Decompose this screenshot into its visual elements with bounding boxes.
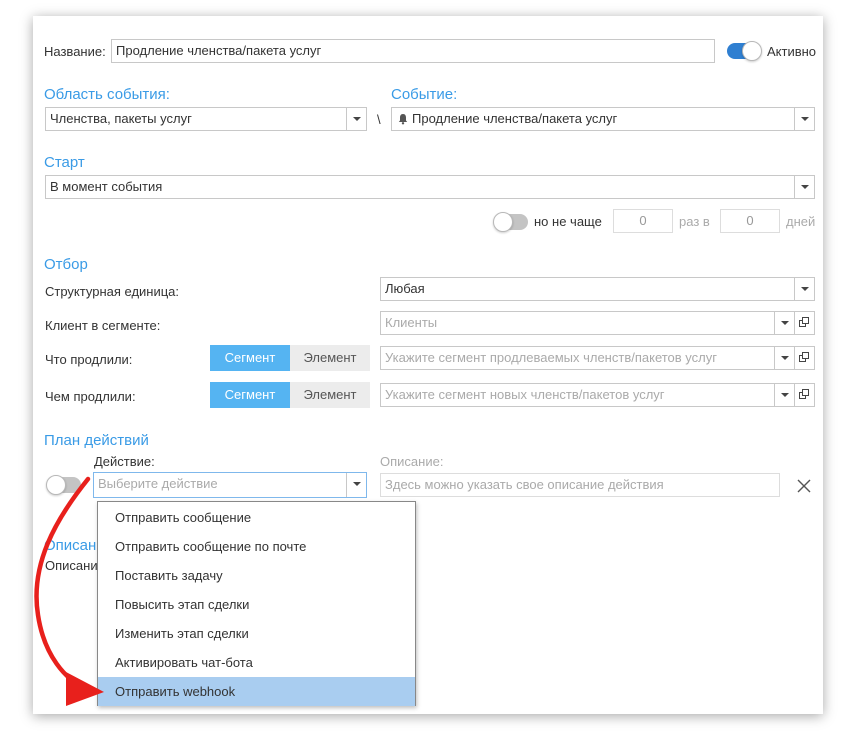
open-external-icon [799,389,809,399]
renewed-with-element-button[interactable]: Элемент [290,382,370,408]
name-value: Продление членства/пакета услуг [116,43,322,58]
filter-section-title: Отбор [44,256,88,273]
chevron-down-icon[interactable] [774,347,794,369]
unit-select[interactable]: Любая [380,277,815,301]
chevron-down-icon[interactable] [774,384,794,406]
open-external-icon [799,317,809,327]
what-renewed-element-button[interactable]: Элемент [290,345,370,371]
event-area-select[interactable]: Членства, пакеты услуг [45,107,367,131]
action-label: Действие: [94,454,155,469]
chevron-down-icon[interactable] [794,176,814,198]
open-external-button[interactable] [795,346,815,370]
times-per-label: раз в [679,214,710,229]
start-value: В момент события [50,179,163,194]
name-label: Название: [44,44,106,59]
action-enable-toggle[interactable] [46,475,81,495]
description-label: Описание [45,558,105,573]
path-separator: \ [377,112,381,127]
active-toggle[interactable] [727,41,762,61]
frequency-toggle-knob [493,212,513,232]
event-area-value: Членства, пакеты услуг [50,111,192,126]
name-input[interactable]: Продление членства/пакета услуг [111,39,715,63]
menu-item-change-deal-stage[interactable]: Изменить этап сделки [98,619,415,648]
bell-icon [398,114,408,125]
menu-item-raise-deal-stage[interactable]: Повысить этап сделки [98,590,415,619]
action-placeholder: Выберите действие [98,476,218,491]
menu-item-send-message[interactable]: Отправить сообщение [98,503,415,532]
start-select[interactable]: В момент события [45,175,815,199]
open-external-button[interactable] [795,311,815,335]
chevron-down-icon[interactable] [774,312,794,334]
action-toggle-knob [46,475,66,495]
event-label: Событие: [391,86,458,103]
menu-item-send-email[interactable]: Отправить сообщение по почте [98,532,415,561]
frequency-days-input[interactable]: 0 [720,209,780,233]
what-renewed-label: Что продлили: [45,352,133,367]
chevron-down-icon[interactable] [346,473,366,497]
client-segment-select[interactable]: Клиенты [380,311,795,335]
client-segment-placeholder: Клиенты [385,315,438,330]
chevron-down-icon[interactable] [794,278,814,300]
open-external-button[interactable] [795,383,815,407]
action-description-input[interactable]: Здесь можно указать свое описание действ… [380,473,780,497]
action-description-placeholder: Здесь можно указать свое описание действ… [385,477,664,492]
renewed-with-select[interactable]: Укажите сегмент новых членств/пакетов ус… [380,383,795,407]
client-segment-label: Клиент в сегменте: [45,318,161,333]
open-external-icon [799,352,809,362]
renewed-with-segment-button[interactable]: Сегмент [210,382,290,408]
what-renewed-placeholder: Укажите сегмент продлеваемых членств/пак… [385,350,717,365]
action-dropdown-menu: Отправить сообщение Отправить сообщение … [97,501,416,706]
menu-item-create-task[interactable]: Поставить задачу [98,561,415,590]
frequency-toggle[interactable] [493,212,528,232]
frequency-label: но не чаще [534,214,602,229]
plan-section-title: План действий [44,432,149,449]
chevron-down-icon[interactable] [794,108,814,130]
event-select[interactable]: Продление членства/пакета услуг [391,107,815,131]
event-value: Продление членства/пакета услуг [412,111,618,126]
active-toggle-knob [742,41,762,61]
action-select[interactable]: Выберите действие [93,472,367,498]
close-icon[interactable] [796,478,812,494]
event-area-label: Область события: [44,86,170,103]
action-description-label: Описание: [380,454,444,469]
unit-value: Любая [385,281,425,296]
chevron-down-icon[interactable] [346,108,366,130]
renewed-with-placeholder: Укажите сегмент новых членств/пакетов ус… [385,387,665,402]
frequency-count-input[interactable]: 0 [613,209,673,233]
start-section-title: Старт [44,154,85,171]
active-label: Активно [767,44,817,59]
days-label: дней [786,214,816,229]
unit-label: Структурная единица: [45,284,180,299]
menu-item-activate-chatbot[interactable]: Активировать чат-бота [98,648,415,677]
what-renewed-select[interactable]: Укажите сегмент продлеваемых членств/пак… [380,346,795,370]
menu-item-send-webhook[interactable]: Отправить webhook [98,677,415,706]
what-renewed-segment-button[interactable]: Сегмент [210,345,290,371]
renewed-with-label: Чем продлили: [45,389,136,404]
